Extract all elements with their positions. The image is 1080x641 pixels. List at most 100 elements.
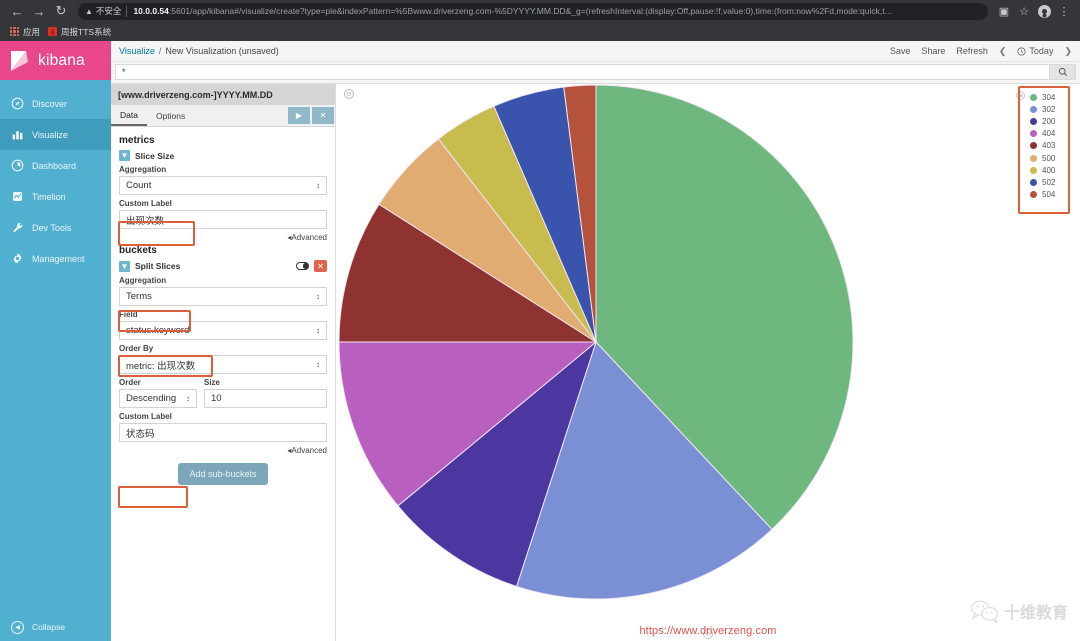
metrics-custom-label-input[interactable]: 出现次数 [119, 210, 327, 229]
omnibox-icons: ▣ ☆ ⋮ [994, 1, 1074, 21]
discard-changes-button[interactable]: ✕ [312, 107, 334, 124]
browser-chrome: ← → ↻ ▲ 不安全 10.0.0.54 :5601/app/kibana#/… [0, 0, 1080, 41]
sidebar-item-management[interactable]: Management [0, 243, 111, 274]
sidebar-item-label: Dashboard [32, 160, 77, 171]
collapse-toggle-icon[interactable]: ▼ [119, 150, 130, 161]
chevron-left-circle-icon: ◀ [11, 620, 24, 634]
sidebar-item-discover[interactable]: Discover [0, 88, 111, 119]
metrics-advanced-toggle[interactable]: ◂Advanced [119, 233, 327, 242]
sidebar-item-label: Dev Tools [32, 222, 72, 233]
pie-chart[interactable] [336, 84, 1080, 641]
kibana-logo[interactable]: kibana [0, 41, 111, 80]
sidebar-item-dev-tools[interactable]: Dev Tools [0, 212, 111, 243]
pie-slices[interactable] [338, 84, 854, 600]
forward-button[interactable]: → [28, 1, 50, 21]
bookmark-tts[interactable]: 周报TTS系统 [46, 25, 117, 39]
time-next-button[interactable]: ❯ [1064, 46, 1072, 57]
timelion-icon [11, 190, 24, 203]
legend-item-403[interactable]: 403 [1030, 140, 1068, 152]
reload-button[interactable]: ↻ [50, 1, 72, 21]
buckets-section-title: buckets [119, 245, 157, 256]
buckets-order-select[interactable]: Descending [119, 389, 197, 408]
legend-label: 504 [1042, 190, 1056, 200]
legend-item-502[interactable]: 502 [1030, 176, 1068, 188]
refresh-button[interactable]: Refresh [956, 46, 988, 56]
search-input[interactable]: * [115, 64, 1049, 80]
pie-chart-area: ⚙ ◀ 304 302 200 404 403 500 400 502 504 ⚙ https:… [336, 84, 1080, 641]
legend-item-404[interactable]: 404 [1030, 128, 1068, 140]
sidebar-item-visualize[interactable]: Visualize [0, 119, 111, 150]
share-button[interactable]: Share [921, 46, 945, 56]
kibana-main: Visualize / New Visualization (unsaved) … [111, 41, 1080, 641]
wrench-icon [11, 221, 24, 234]
add-sub-buckets-button[interactable]: Add sub-buckets [178, 463, 268, 485]
chrome-menu-icon[interactable]: ⋮ [1054, 1, 1074, 21]
buckets-order-by-label: Order By [119, 344, 154, 353]
time-picker-label: Today [1029, 46, 1054, 56]
address-bar[interactable]: ▲ 不安全 10.0.0.54 :5601/app/kibana#/visual… [78, 2, 988, 20]
split-slices-label: Split Slices [135, 261, 181, 271]
sidebar-item-label: Discover [32, 98, 68, 109]
buckets-field-select[interactable]: status.keyword [119, 321, 327, 340]
sidebar-collapse-label: Collapse [32, 622, 66, 632]
legend-item-200[interactable]: 200 [1030, 115, 1068, 127]
search-button[interactable] [1049, 64, 1076, 80]
legend-label: 400 [1042, 165, 1056, 175]
save-button[interactable]: Save [890, 46, 911, 56]
media-cast-icon[interactable]: ▣ [994, 1, 1014, 21]
star-icon[interactable]: ☆ [1014, 1, 1034, 21]
legend-color-dot [1030, 93, 1037, 101]
legend-item-302[interactable]: 302 [1030, 103, 1068, 115]
security-label: 不安全 [95, 6, 122, 16]
omnibar-row: ← → ↻ ▲ 不安全 10.0.0.54 :5601/app/kibana#/… [0, 0, 1080, 22]
index-pattern-header: [www.driverzeng.com-]YYYY.MM.DD [111, 84, 335, 105]
apply-changes-button[interactable]: ▶ [288, 107, 310, 124]
legend-item-304[interactable]: 304 [1030, 91, 1068, 103]
metrics-aggregation-select[interactable]: Count [119, 176, 327, 195]
sidebar-item-dashboard[interactable]: Dashboard [0, 150, 111, 181]
buckets-aggregation-select[interactable]: Terms [119, 287, 327, 306]
remove-bucket-button[interactable]: ✕ [314, 260, 327, 272]
editor-tabs: Data Options ▶ ✕ [111, 105, 335, 127]
bookmark-tts-label: 周报TTS系统 [61, 26, 112, 37]
buckets-size-label: Size [204, 378, 221, 387]
legend-label: 403 [1042, 141, 1056, 151]
buckets-size-input[interactable]: 10 [204, 389, 327, 408]
profile-avatar-icon[interactable] [1034, 1, 1054, 21]
dashboard-icon [11, 159, 24, 172]
bookmark-apps[interactable]: 应用 [8, 25, 46, 39]
kibana-sidebar: kibana Discover Visualize Dashboard Time… [0, 41, 111, 641]
breadcrumb-root[interactable]: Visualize [119, 46, 155, 56]
slice-size-label: Slice Size [135, 150, 175, 161]
time-picker-button[interactable]: Today [1017, 46, 1053, 56]
collapse-toggle-icon[interactable]: ▼ [119, 260, 130, 272]
omnibox-divider [126, 5, 128, 17]
compass-icon [11, 97, 24, 110]
legend-item-504[interactable]: 504 [1030, 189, 1068, 201]
enable-toggle[interactable] [296, 262, 309, 270]
bar-chart-icon [11, 128, 24, 141]
wechat-icon [970, 600, 999, 623]
kibana-body: [www.driverzeng.com-]YYYY.MM.DD Data Opt… [111, 84, 1080, 641]
tab-options[interactable]: Options [147, 105, 194, 126]
search-icon [1058, 67, 1067, 77]
sidebar-item-timelion[interactable]: Timelion [0, 181, 111, 212]
legend-label: 200 [1042, 116, 1056, 126]
back-button[interactable]: ← [6, 1, 28, 21]
sidebar-nav: Discover Visualize Dashboard Timelion De… [0, 80, 111, 613]
buckets-order-by-select[interactable]: metric: 出现次数 [119, 355, 327, 374]
sidebar-collapse-button[interactable]: ◀ Collapse [0, 613, 111, 641]
kibana-app: kibana Discover Visualize Dashboard Time… [0, 41, 1080, 641]
watermark-text: 十维教育 [1003, 605, 1068, 622]
split-slices-agg-row[interactable]: ▼ Split Slices ✕ [119, 260, 327, 272]
bookmark-apps-label: 应用 [23, 26, 41, 37]
slice-size-agg-row[interactable]: ▼ Slice Size [119, 150, 327, 161]
legend-color-dot [1030, 154, 1037, 162]
legend-item-500[interactable]: 500 [1030, 152, 1068, 164]
time-prev-button[interactable]: ❮ [999, 46, 1007, 57]
buckets-advanced-toggle[interactable]: ◂Advanced [119, 446, 327, 455]
buckets-custom-label-input[interactable]: 状态码 [119, 423, 327, 442]
legend-item-400[interactable]: 400 [1030, 164, 1068, 176]
tab-data[interactable]: Data [111, 105, 147, 126]
legend-collapse-icon[interactable]: ◀ [1016, 91, 1025, 100]
